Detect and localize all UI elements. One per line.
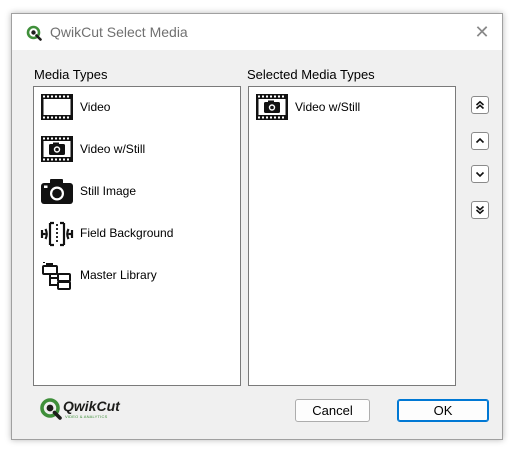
cancel-button[interactable]: Cancel bbox=[295, 399, 370, 422]
folder-tree-icon bbox=[40, 259, 74, 291]
media-types-label: Media Types bbox=[34, 67, 108, 82]
close-button[interactable]: ✕ bbox=[470, 20, 494, 44]
film-camera-icon bbox=[255, 91, 289, 123]
qwikcut-logo-icon bbox=[40, 398, 62, 420]
selected-media-types-list[interactable]: Video w/Still bbox=[248, 86, 456, 386]
list-item-field-background[interactable]: Field Background bbox=[40, 217, 173, 249]
field-icon bbox=[40, 217, 74, 249]
chevrons-down-icon bbox=[475, 205, 485, 215]
move-to-top-button[interactable] bbox=[471, 96, 489, 114]
close-icon: ✕ bbox=[474, 22, 490, 42]
move-down-button[interactable] bbox=[471, 165, 489, 183]
list-item-master-library[interactable]: Master Library bbox=[40, 259, 157, 291]
chevrons-up-icon bbox=[475, 100, 485, 110]
selected-item-video-w-still[interactable]: Video w/Still bbox=[255, 91, 360, 123]
footer-logo-name: QwikCut bbox=[63, 398, 120, 414]
chevron-down-icon bbox=[475, 171, 485, 178]
film-camera-icon bbox=[40, 133, 74, 165]
list-item-label: Master Library bbox=[80, 268, 157, 282]
list-item-label: Field Background bbox=[80, 226, 174, 240]
qwikcut-logo-icon bbox=[26, 25, 42, 41]
move-to-bottom-button[interactable] bbox=[471, 201, 489, 219]
qwikcut-footer-logo: QwikCut VIDEO & ANALYTICS bbox=[39, 396, 139, 424]
footer-logo-tagline: VIDEO & ANALYTICS bbox=[65, 414, 108, 419]
move-up-button[interactable] bbox=[471, 132, 489, 150]
chevron-up-icon bbox=[475, 137, 485, 144]
film-icon bbox=[40, 91, 74, 123]
ok-button[interactable]: OK bbox=[397, 399, 489, 422]
list-item-still-image[interactable]: Still Image bbox=[40, 175, 136, 207]
camera-icon bbox=[40, 175, 74, 207]
list-item-label: Video w/Still bbox=[295, 100, 361, 114]
window-title: QwikCut Select Media bbox=[50, 24, 188, 40]
list-item-video-w-still[interactable]: Video w/Still bbox=[40, 133, 145, 165]
list-item-label: Still Image bbox=[80, 184, 137, 198]
selected-media-types-label: Selected Media Types bbox=[247, 67, 375, 82]
title-bar: QwikCut Select Media ✕ bbox=[12, 14, 502, 50]
list-item-label: Video w/Still bbox=[80, 142, 146, 156]
media-types-list[interactable]: Video Video w/Still Still Image Field Ba… bbox=[33, 86, 241, 386]
list-item-label: Video bbox=[80, 100, 111, 114]
select-media-dialog: QwikCut Select Media ✕ Media Types Video bbox=[11, 13, 503, 440]
list-item-video[interactable]: Video bbox=[40, 91, 110, 123]
